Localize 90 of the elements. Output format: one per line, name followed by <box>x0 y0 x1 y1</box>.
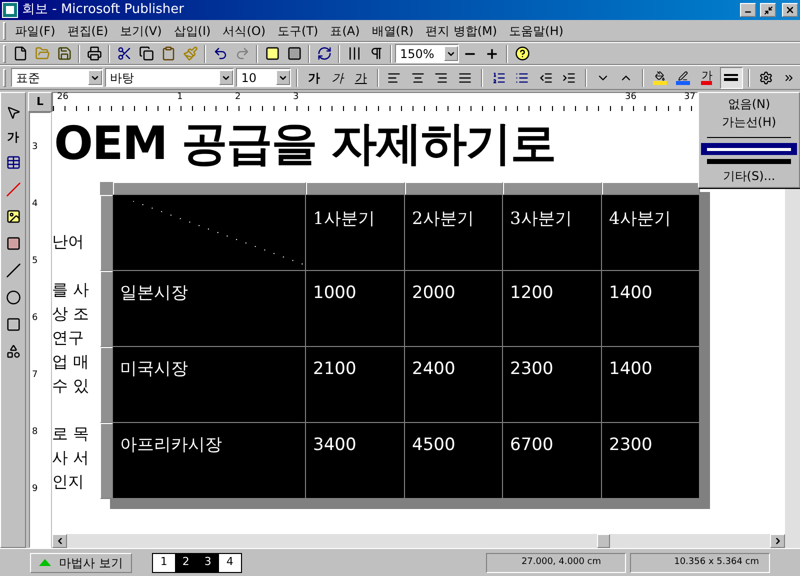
ruler-corner[interactable]: L <box>28 92 52 112</box>
minimize-button[interactable] <box>740 3 756 17</box>
menu-item[interactable]: 도움말(H) <box>503 22 570 40</box>
table-cell: 아프리카시장 <box>113 423 306 499</box>
ruler-label: 3 <box>293 93 299 102</box>
app-icon <box>2 2 18 18</box>
menu-item[interactable]: 기타(S)... <box>701 167 797 185</box>
ruler-label: 2 <box>235 93 241 102</box>
font-field[interactable]: 바탕 <box>105 68 234 87</box>
scroll-right-button[interactable] <box>770 534 785 548</box>
page-tab[interactable]: 4 <box>218 554 241 572</box>
page-tab[interactable]: 1 <box>152 554 175 572</box>
menu-item[interactable]: 도구(T) <box>272 22 324 40</box>
menu-item[interactable]: 서식(O) <box>216 22 272 40</box>
table-cell: 2300 <box>503 347 602 423</box>
size-display: 10.356 x 5.364 cm <box>630 552 770 572</box>
body-text: 수 있 <box>52 375 90 397</box>
scroll-left-button[interactable] <box>52 534 67 548</box>
menu-item[interactable]: 표(A) <box>324 22 366 40</box>
row-selector-bar[interactable] <box>100 182 113 499</box>
body-text: 를 사 <box>52 279 90 301</box>
triangle-icon <box>39 559 51 566</box>
ruler-label: 6 <box>32 314 38 323</box>
text-tool-icon[interactable]: 가 <box>7 128 19 146</box>
menu-item[interactable]: 편지 병합(M) <box>420 22 504 40</box>
body-text: 연구 <box>52 327 85 349</box>
table-cell: 2000 <box>405 271 503 347</box>
table-cell: 3400 <box>306 423 405 499</box>
restore-icon <box>764 6 772 14</box>
italic-button[interactable]: 가 <box>326 68 348 86</box>
bold-button[interactable]: 가 <box>303 68 325 86</box>
zoom-field[interactable]: 150% <box>395 44 459 63</box>
table-cell: 4500 <box>405 423 503 499</box>
table-header-cell: 4사분기 <box>602 195 700 271</box>
menu-item[interactable]: 삽입(I) <box>168 22 217 40</box>
menu-item[interactable]: 파일(F) <box>9 22 62 40</box>
window-title: 회보 - Microsoft Publisher <box>22 1 185 20</box>
ruler-label: 1 <box>177 93 183 102</box>
ruler-label: 9 <box>32 485 38 494</box>
ruler-label: 26 <box>57 93 68 102</box>
ruler-label: 36 <box>625 93 636 102</box>
table-cell: 일본시장 <box>113 271 306 347</box>
dropdown-icon <box>219 70 234 85</box>
table-cell: 미국시장 <box>113 347 306 423</box>
restore-button[interactable] <box>760 3 776 17</box>
page-tab[interactable]: 3 <box>196 554 219 572</box>
menu-item[interactable]: 없음(N) <box>701 95 797 113</box>
page-tab[interactable]: 2 <box>174 554 197 572</box>
ruler-label: 8 <box>32 428 38 437</box>
table-cell: 6700 <box>503 423 602 499</box>
table-cell: 1400 <box>602 271 700 347</box>
body-text: 사 서 <box>52 447 90 469</box>
menu-item[interactable]: 편집(E) <box>61 22 114 40</box>
underline-button[interactable]: 가 <box>350 68 372 86</box>
close-button[interactable] <box>782 3 798 17</box>
menu-item[interactable]: 가는선(H) <box>701 113 797 131</box>
dropdown-icon <box>444 46 458 61</box>
table-cell: 1000 <box>306 271 405 347</box>
body-text: 난어 <box>52 231 85 253</box>
body-text: 상 조 <box>52 303 90 325</box>
table-cell: 2300 <box>602 423 700 499</box>
table-cell: 2100 <box>306 347 405 423</box>
body-text: 로 목 <box>52 423 90 445</box>
dropdown-icon <box>88 70 102 85</box>
ruler-label: 3 <box>32 143 38 152</box>
table-header-cell: 3사분기 <box>503 195 602 271</box>
position-display: 27.000, 4.000 cm <box>486 552 626 572</box>
ruler-label: 5 <box>32 257 38 266</box>
table-header-cell: 1사분기 <box>306 195 405 271</box>
menu-item[interactable]: 배열(R) <box>366 22 420 40</box>
dropdown-icon <box>276 70 290 85</box>
line-weight-option[interactable] <box>701 143 797 155</box>
close-icon <box>785 5 795 15</box>
menu-item[interactable]: 보기(V) <box>114 22 168 40</box>
table-cell: 1200 <box>503 271 602 347</box>
ruler-label: 7 <box>32 371 38 380</box>
ruler-label: 4 <box>32 200 38 209</box>
table-cell: 1400 <box>602 347 700 423</box>
font-size-field[interactable]: 10 <box>236 68 292 87</box>
style-field[interactable]: 표준 <box>10 68 103 87</box>
wizard-button[interactable]: 마법사 보기 <box>30 552 132 572</box>
body-text: 인지 <box>52 471 85 493</box>
body-text: 업 매 <box>52 351 90 373</box>
table-header-cell: 2사분기 <box>405 195 503 271</box>
headline: OEM 공급을 자제하기로 <box>54 120 556 166</box>
ruler-label: 37 <box>684 93 696 102</box>
scrollbar-thumb[interactable] <box>597 534 610 548</box>
table-cell: 2400 <box>405 347 503 423</box>
column-selector-bar[interactable] <box>113 182 700 195</box>
line-style-button[interactable] <box>720 66 744 88</box>
